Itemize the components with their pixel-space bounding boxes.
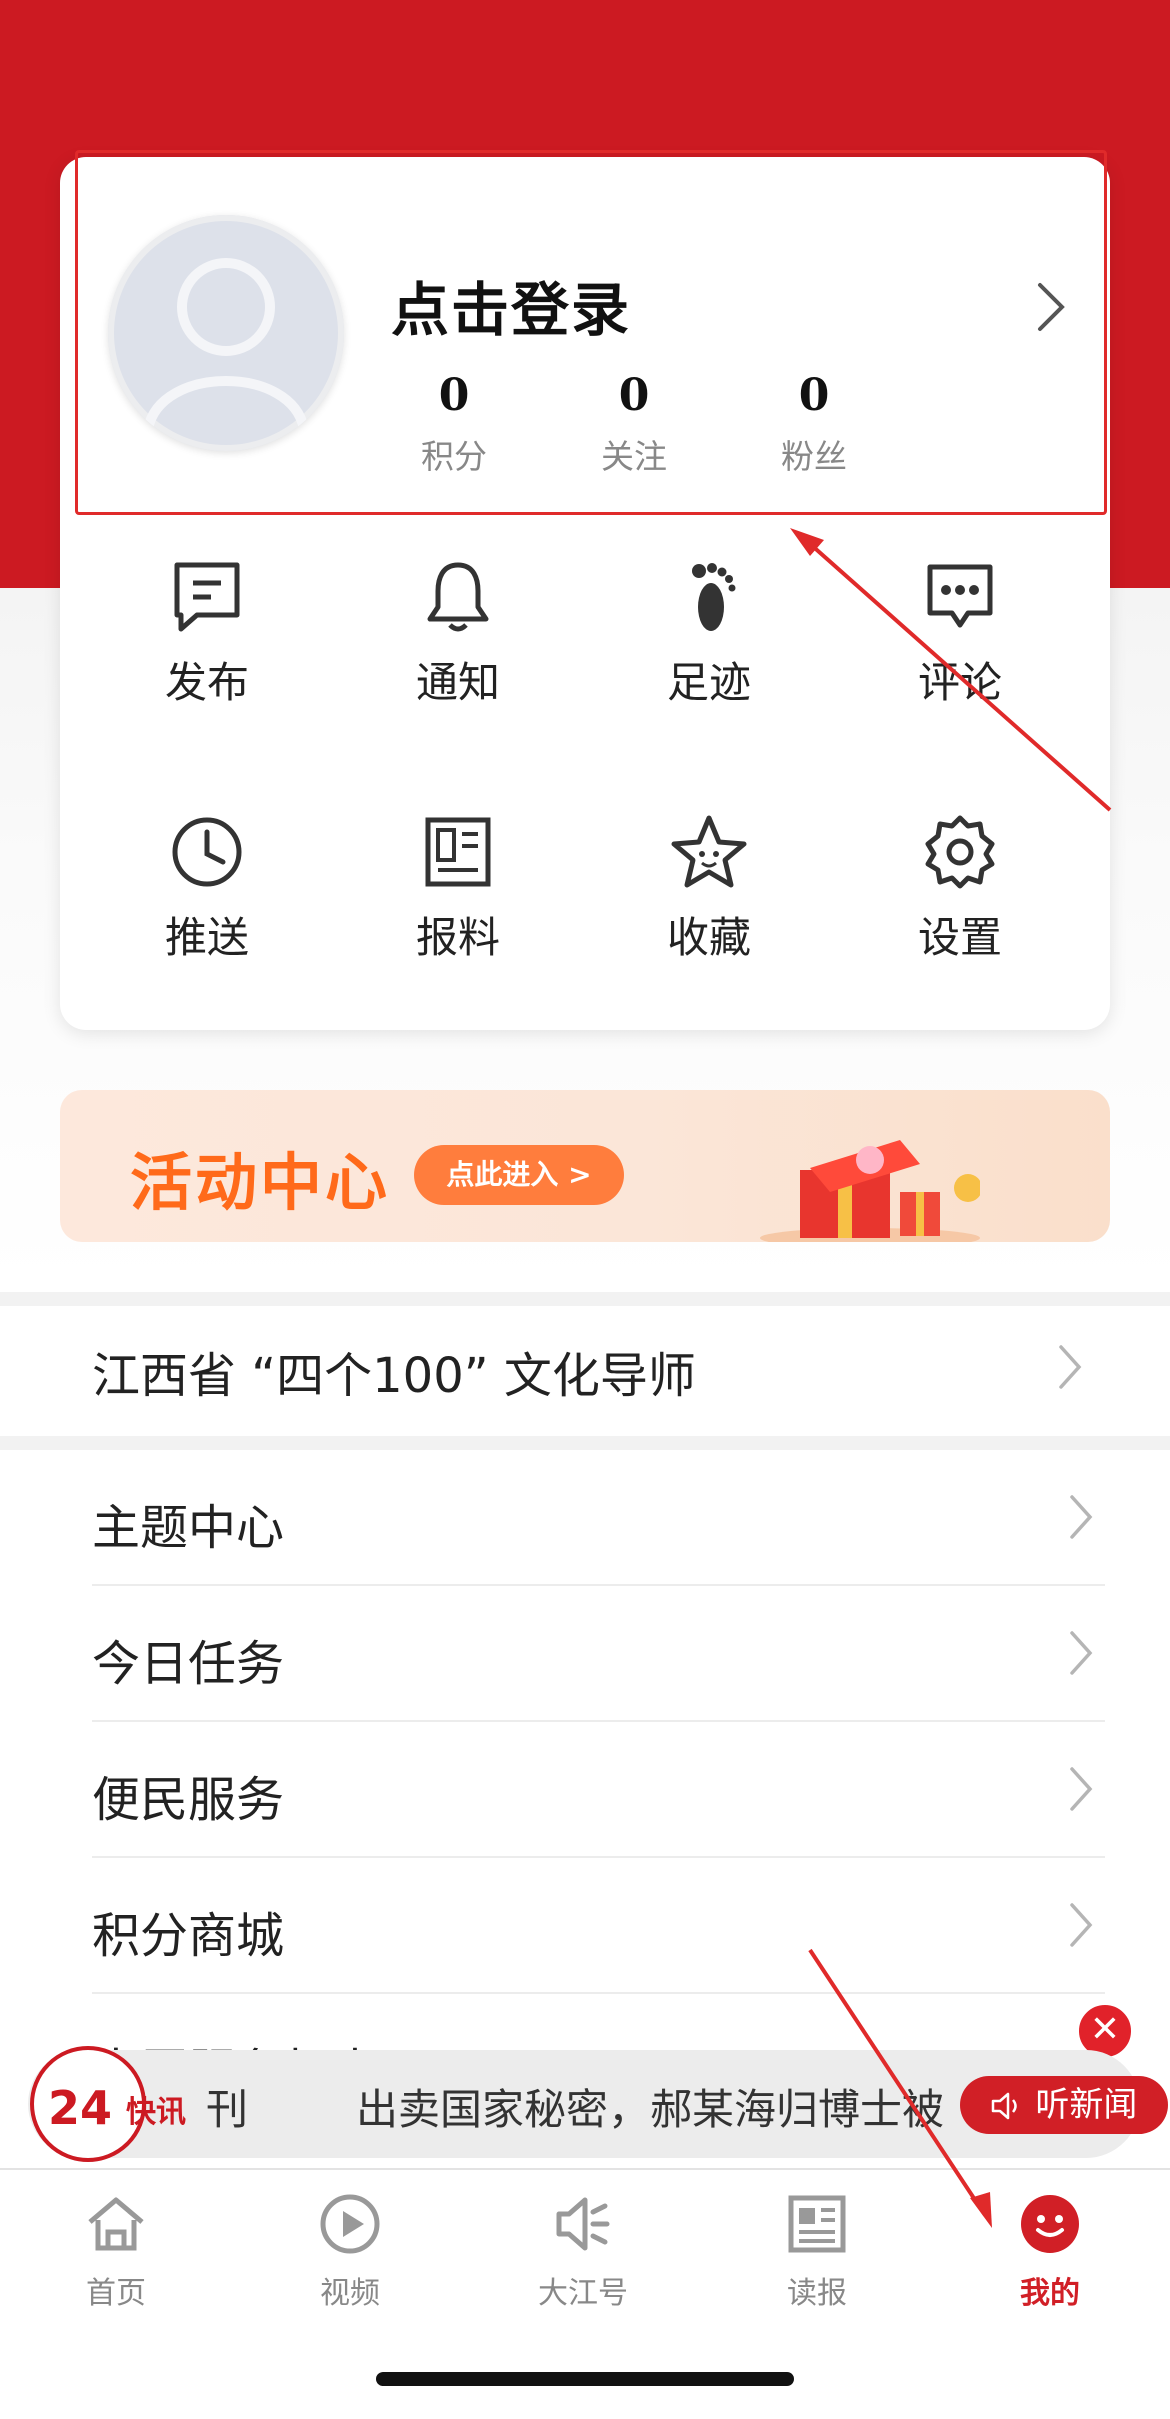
row-label: 主题中心 bbox=[92, 1500, 285, 1556]
smile-icon bbox=[1021, 2195, 1079, 2253]
tab-video[interactable]: 视频 bbox=[270, 2192, 430, 2312]
featured-row[interactable]: 江西省 “四个100” 文化导师 bbox=[0, 1292, 1170, 1450]
stat-label: 关注 bbox=[601, 437, 667, 476]
clock-icon bbox=[172, 817, 242, 887]
footprint-icon bbox=[692, 563, 736, 631]
chevron-right-icon bbox=[1069, 1494, 1093, 1544]
stat-value: 0 bbox=[438, 370, 470, 421]
stat-label: 粉丝 bbox=[781, 437, 847, 476]
home-indicator bbox=[376, 2372, 794, 2386]
tab-dajianghao[interactable]: 大江号 bbox=[503, 2192, 663, 2312]
grid-label: 足迹 bbox=[666, 658, 751, 707]
grid-item-settings[interactable]: 设置 bbox=[860, 812, 1060, 1012]
tab-mine[interactable]: 我的 bbox=[970, 2192, 1130, 2312]
tab-home[interactable]: 首页 bbox=[36, 2192, 196, 2312]
news-ticker[interactable]: 24 快讯 刊 出卖国家秘密，郝某海归博士被 听新闻 bbox=[28, 2046, 1168, 2162]
listen-news-button[interactable]: 听新闻 bbox=[960, 2076, 1168, 2134]
grid-item-push[interactable]: 推送 bbox=[107, 812, 307, 1012]
report-icon bbox=[425, 817, 491, 887]
tab-newspaper[interactable]: 读报 bbox=[737, 2192, 897, 2312]
chevron-right-icon bbox=[1069, 1766, 1093, 1816]
publish-icon bbox=[174, 562, 240, 632]
tab-label: 我的 bbox=[1020, 2276, 1080, 2311]
row-label: 便民服务 bbox=[92, 1772, 285, 1828]
stat-value: 0 bbox=[618, 370, 650, 421]
activity-center-banner[interactable]: 活动中心 点此进入 > bbox=[60, 1090, 1110, 1242]
grid-item-comments[interactable]: 评论 bbox=[860, 557, 1060, 757]
list-item-daily-tasks[interactable]: 今日任务 bbox=[92, 1586, 1105, 1722]
row-label: 积分商城 bbox=[92, 1908, 285, 1964]
grid-label: 设置 bbox=[917, 913, 1002, 962]
stat-following[interactable]: 0 关注 bbox=[574, 368, 694, 478]
grid-label: 报料 bbox=[415, 913, 500, 962]
speaker-icon bbox=[991, 2092, 1017, 2120]
stat-value: 0 bbox=[798, 370, 830, 421]
list-item-convenience-services[interactable]: 便民服务 bbox=[92, 1722, 1105, 1858]
badge-text: 快讯 bbox=[126, 2095, 186, 2130]
chevron-right-icon bbox=[1069, 1630, 1093, 1680]
chevron-right-icon bbox=[1069, 1902, 1093, 1952]
grid-item-report[interactable]: 报料 bbox=[358, 812, 558, 1012]
gift-box-icon bbox=[760, 1140, 980, 1242]
gear-icon bbox=[925, 815, 995, 889]
user-avatar-icon bbox=[143, 258, 309, 431]
home-icon bbox=[88, 2197, 144, 2251]
chevron-right-icon[interactable] bbox=[1036, 281, 1066, 337]
avatar[interactable] bbox=[108, 215, 344, 451]
badge-number: 24 bbox=[48, 2081, 112, 2135]
news-headline[interactable]: 出卖国家秘密，郝某海归博士被 bbox=[356, 2076, 996, 2137]
ticker-fragment: 刊 bbox=[206, 2085, 249, 2134]
star-icon bbox=[671, 815, 747, 888]
newspaper-icon bbox=[788, 2195, 846, 2253]
tab-label: 首页 bbox=[86, 2276, 146, 2311]
tab-label: 视频 bbox=[320, 2276, 380, 2311]
list-item-points-mall[interactable]: 积分商城 bbox=[92, 1858, 1105, 1994]
grid-label: 推送 bbox=[164, 913, 249, 962]
grid-item-favorites[interactable]: 收藏 bbox=[609, 812, 809, 1012]
bell-icon bbox=[427, 562, 489, 632]
list-item-theme-center[interactable]: 主题中心 bbox=[92, 1450, 1105, 1586]
banner-title: 活动中心 bbox=[130, 1146, 391, 1219]
tab-label: 读报 bbox=[787, 2276, 847, 2311]
comment-icon bbox=[927, 564, 993, 628]
tab-label: 大江号 bbox=[538, 2276, 628, 2311]
grid-item-notifications[interactable]: 通知 bbox=[358, 557, 558, 757]
play-icon bbox=[320, 2194, 380, 2254]
grid-label: 发布 bbox=[164, 658, 249, 707]
stat-fans[interactable]: 0 粉丝 bbox=[754, 368, 874, 478]
listen-label: 听新闻 bbox=[1035, 2085, 1138, 2125]
stat-points[interactable]: 0 积分 bbox=[394, 368, 514, 478]
row-label: 江西省 “四个100” 文化导师 bbox=[92, 1348, 696, 1404]
row-label: 今日任务 bbox=[92, 1636, 285, 1692]
chevron-right-icon bbox=[1058, 1344, 1082, 1394]
profile-card: 点击登录 0 积分 0 关注 0 粉丝 发布 通知 足迹 评论 推送 报料 收藏… bbox=[60, 150, 1110, 1030]
kuaixun-badge: 24 快讯 bbox=[30, 2046, 186, 2162]
grid-label: 收藏 bbox=[666, 913, 751, 962]
login-area[interactable]: 点击登录 0 积分 0 关注 0 粉丝 bbox=[75, 150, 1107, 515]
grid-item-footprints[interactable]: 足迹 bbox=[609, 557, 809, 757]
stat-label: 积分 bbox=[421, 437, 487, 476]
login-label[interactable]: 点击登录 bbox=[391, 263, 631, 347]
banner-enter-button[interactable]: 点此进入 > bbox=[414, 1145, 624, 1205]
grid-item-publish[interactable]: 发布 bbox=[107, 557, 307, 757]
grid-label: 通知 bbox=[415, 658, 500, 707]
speaker-icon bbox=[556, 2197, 610, 2251]
grid-label: 评论 bbox=[917, 658, 1002, 707]
